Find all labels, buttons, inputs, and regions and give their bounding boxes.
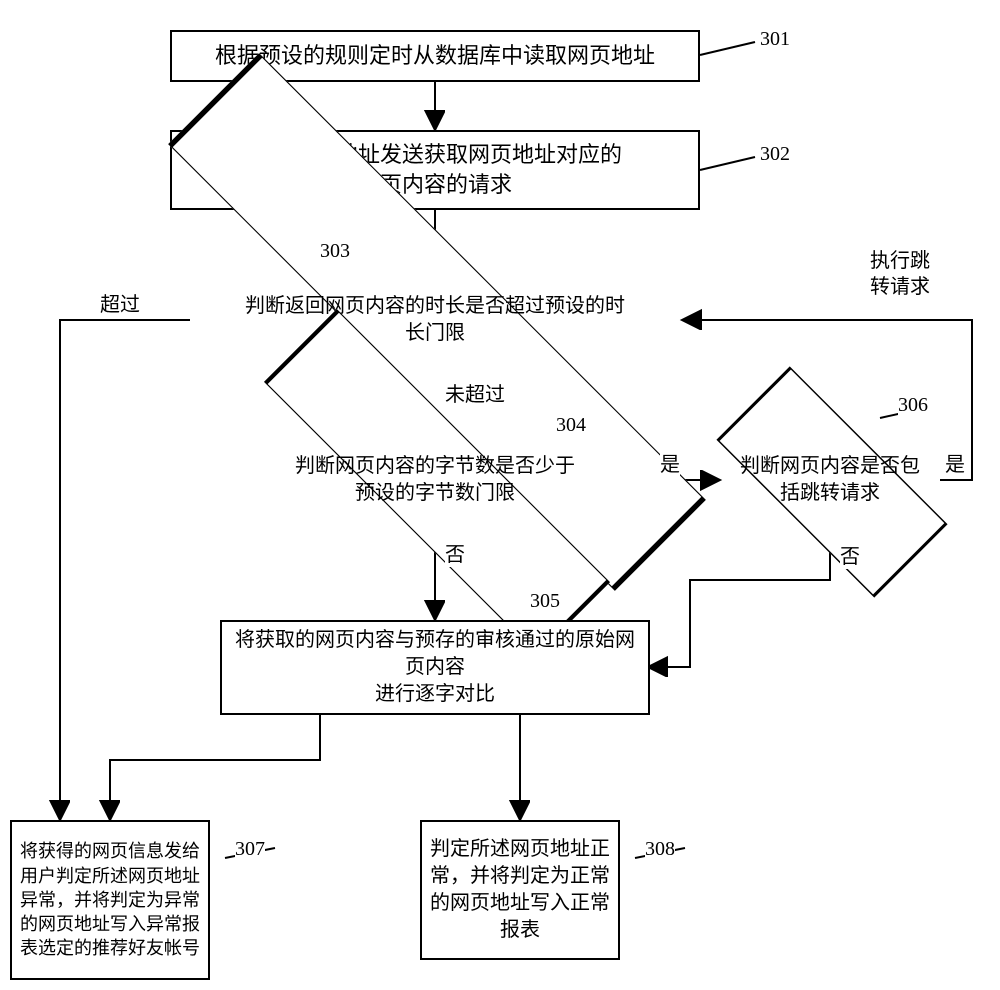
process-305-l2: 进行逐字对比 (375, 683, 495, 705)
edge-label-306-yes: 是 (945, 448, 965, 477)
step-label-306: 306 (898, 394, 928, 417)
process-308-l2: 常，并将判定为正常 (430, 865, 610, 887)
process-308-l1: 判定所述网页地址正 (430, 838, 610, 860)
step-label-304: 304 (556, 414, 586, 437)
decision-306-l2: 括跳转请求 (780, 482, 880, 504)
edge-label-exceed: 超过 (100, 288, 140, 317)
process-307-text: 将获得的网页信息发给用户判定所述网页地址异常，并将判定为异常的网页地址写入异常报… (20, 839, 200, 960)
flowchart-canvas: 根据预设的规则定时从数据库中读取网页地址 301 根据网页地址发送获取网页地址对… (0, 0, 1000, 990)
decision-304-l2: 预设的字节数门限 (355, 482, 515, 504)
edge-label-jump-l1: 执行跳 (870, 250, 930, 272)
step-label-303: 303 (320, 240, 350, 263)
step-label-301: 301 (760, 28, 790, 51)
process-308-l3: 的网页地址写入正常 (430, 892, 610, 914)
step-label-302: 302 (760, 143, 790, 166)
edge-label-jump: 执行跳 转请求 (870, 248, 930, 300)
process-305-l1: 将获取的网页内容与预存的审核通过的原始网页内容 (235, 629, 635, 678)
edge-label-304-yes: 是 (660, 448, 680, 477)
decision-303-l2: 长门限 (405, 322, 465, 344)
decision-306: 判断网页内容是否包 括跳转请求 (720, 430, 940, 530)
process-307: 将获得的网页信息发给用户判定所述网页地址异常，并将判定为异常的网页地址写入异常报… (10, 820, 210, 980)
decision-304: 判断网页内容的字节数是否少于 预设的字节数门限 (250, 430, 620, 530)
edge-label-306-no: 否 (840, 540, 860, 569)
process-305-text: 将获取的网页内容与预存的审核通过的原始网页内容 进行逐字对比 (230, 627, 640, 708)
edge-label-jump-l2: 转请求 (870, 276, 930, 298)
process-305: 将获取的网页内容与预存的审核通过的原始网页内容 进行逐字对比 (220, 620, 650, 715)
process-308-text: 判定所述网页地址正 常，并将判定为正常 的网页地址写入正常 报表 (430, 836, 610, 944)
process-308-l4: 报表 (500, 919, 540, 941)
decision-303: 判断返回网页内容的时长是否超过预设的时 长门限 (190, 270, 680, 370)
decision-306-l1: 判断网页内容是否包 (740, 455, 920, 477)
edge-label-not-exceed: 未超过 (445, 378, 505, 407)
step-label-308: 308 (645, 838, 675, 861)
edge-label-304-no: 否 (445, 538, 465, 567)
step-label-307: 307 (235, 838, 265, 861)
decision-304-l1: 判断网页内容的字节数是否少于 (295, 455, 575, 477)
process-308: 判定所述网页地址正 常，并将判定为正常 的网页地址写入正常 报表 (420, 820, 620, 960)
decision-303-l1: 判断返回网页内容的时长是否超过预设的时 (245, 295, 625, 317)
step-label-305: 305 (530, 590, 560, 613)
process-301-text: 根据预设的规则定时从数据库中读取网页地址 (215, 41, 655, 71)
